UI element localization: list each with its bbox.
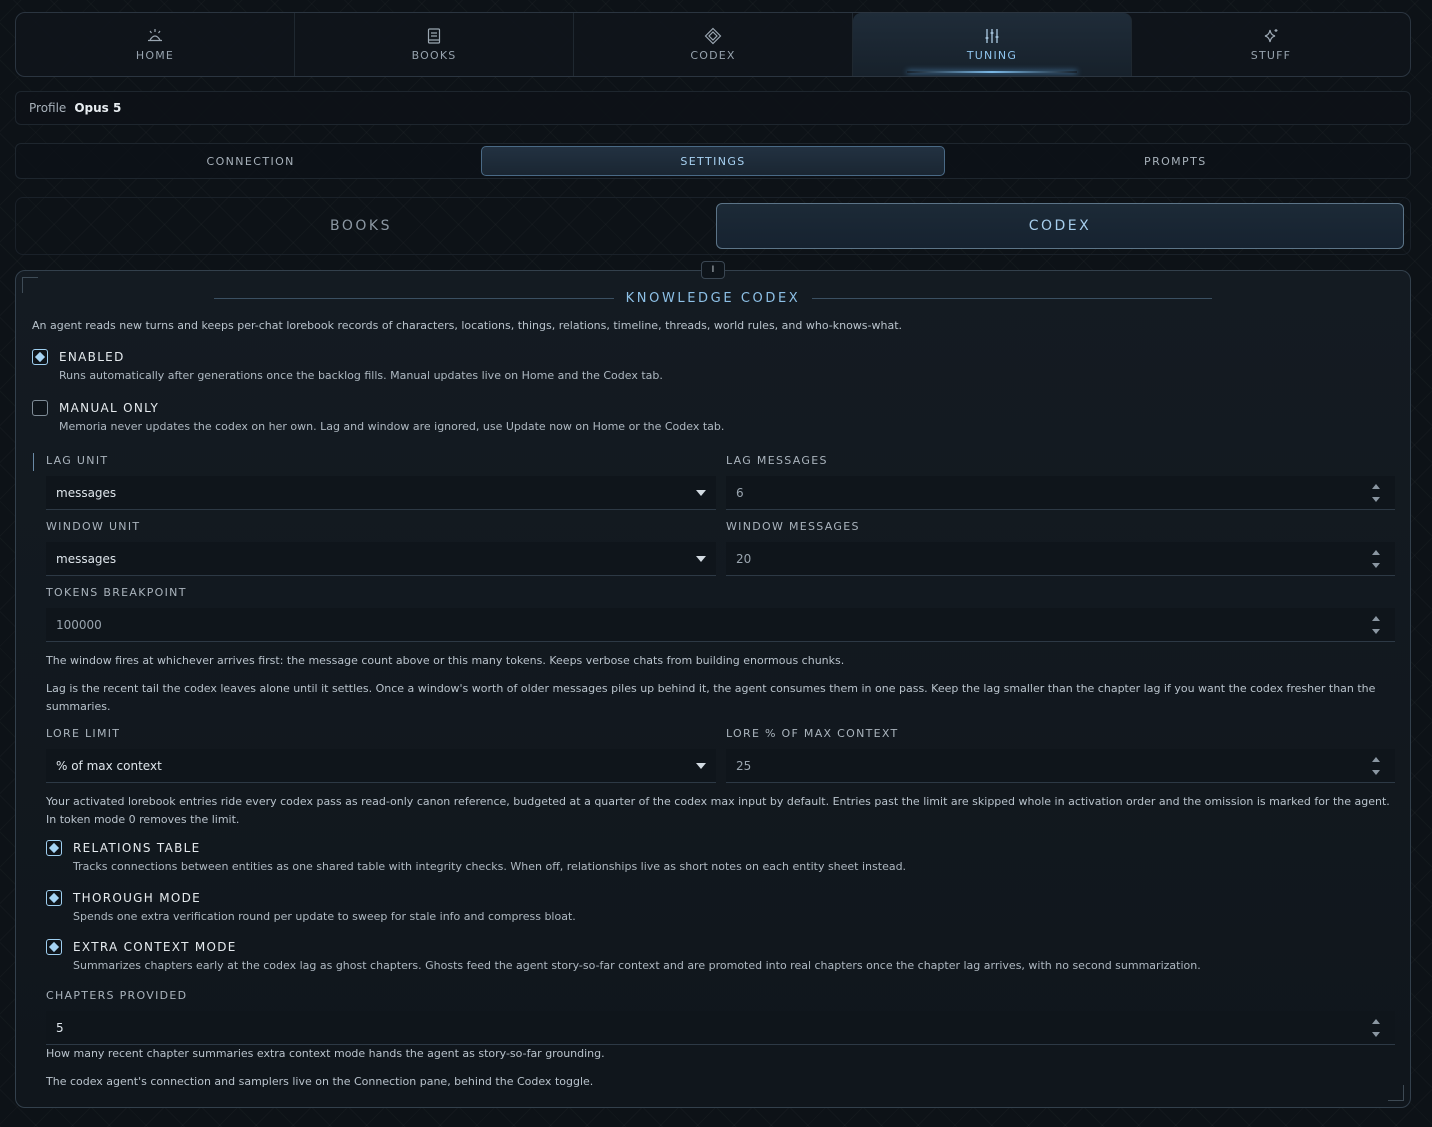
window-unit-value: messages — [56, 551, 117, 566]
checkbox-checked-icon — [46, 939, 62, 955]
tokens-breakpoint-value: 100000 — [56, 617, 102, 632]
lag-unit-select[interactable]: messages — [46, 476, 716, 510]
settings-subtabs: CONNECTION SETTINGS PROMPTS — [15, 143, 1411, 179]
tokens-breakpoint-label: TOKENS BREAKPOINT — [46, 586, 187, 599]
section-marker — [33, 453, 34, 471]
chapters-note: How many recent chapter summaries extra … — [46, 1047, 605, 1060]
home-sun-icon — [148, 29, 162, 42]
extra-context-label: EXTRA CONTEXT MODE — [73, 940, 237, 954]
lag-messages-value: 6 — [736, 485, 744, 500]
sliders-icon — [985, 29, 999, 43]
codex-intro: An agent reads new turns and keeps per-c… — [32, 319, 903, 332]
connection-note: The codex agent's connection and sampler… — [46, 1075, 594, 1088]
lag-messages-input[interactable]: 6 — [726, 476, 1395, 510]
window-unit-label: WINDOW UNIT — [46, 520, 141, 533]
checkbox-checked-icon — [46, 840, 62, 856]
nav-tab-label: STUFF — [1250, 49, 1292, 62]
lore-pct-value: 25 — [736, 758, 752, 773]
panel-legend: KNOWLEDGE CODEX — [16, 291, 1410, 306]
thorough-mode-checkbox[interactable]: THOROUGH MODE Spends one extra verificat… — [46, 890, 576, 923]
diamond-icon — [704, 27, 722, 45]
enabled-label: ENABLED — [59, 350, 125, 364]
nav-tab-label: HOME — [135, 49, 175, 62]
profile-name: Opus 5 — [74, 101, 122, 115]
thorough-desc: Spends one extra verification round per … — [73, 910, 576, 923]
checkbox-unchecked-icon — [32, 400, 48, 416]
corner-ornament — [1388, 1085, 1404, 1101]
nav-tab-label: CODEX — [690, 49, 736, 62]
sparkle-icon — [1264, 29, 1278, 43]
lag-unit-label: LAG UNIT — [46, 454, 109, 467]
chapters-provided-label: CHAPTERS PROVIDED — [46, 989, 188, 1002]
nav-tab-codex[interactable]: CODEX — [574, 13, 853, 76]
collapse-handle[interactable]: I — [701, 261, 725, 279]
stepper-icon[interactable] — [1371, 756, 1381, 775]
enabled-checkbox[interactable]: ENABLED Runs automatically after generat… — [32, 349, 663, 382]
checkbox-checked-icon — [46, 890, 62, 906]
active-tab-indicator — [907, 71, 1077, 73]
stepper-icon[interactable] — [1371, 615, 1381, 634]
lore-pct-label: LORE % OF MAX CONTEXT — [726, 727, 899, 740]
chapters-provided-input[interactable]: 5 — [46, 1011, 1395, 1045]
nav-tab-label: BOOKS — [411, 49, 457, 62]
chapters-provided-value: 5 — [56, 1020, 64, 1035]
window-messages-input[interactable]: 20 — [726, 542, 1395, 576]
profile-bar[interactable]: Profile Opus 5 — [15, 91, 1411, 125]
lore-limit-label: LORE LIMIT — [46, 727, 121, 740]
relations-table-checkbox[interactable]: RELATIONS TABLE Tracks connections betwe… — [46, 840, 907, 873]
subtab-prompts[interactable]: PROMPTS — [945, 146, 1406, 176]
extra-context-checkbox[interactable]: EXTRA CONTEXT MODE Summarizes chapters e… — [46, 939, 1201, 972]
subtab-connection[interactable]: CONNECTION — [20, 146, 481, 176]
window-note: The window fires at whichever arrives fi… — [46, 654, 845, 667]
stepper-icon[interactable] — [1371, 1018, 1381, 1037]
thorough-label: THOROUGH MODE — [73, 891, 202, 905]
lag-unit-value: messages — [56, 485, 117, 500]
nav-tab-books[interactable]: BOOKS — [295, 13, 574, 76]
nav-tab-label: TUNING — [966, 49, 1018, 62]
stepper-icon[interactable] — [1371, 549, 1381, 568]
legend-rule — [812, 298, 1213, 299]
stepper-icon[interactable] — [1371, 483, 1381, 502]
window-messages-label: WINDOW MESSAGES — [726, 520, 860, 533]
knowledge-codex-panel: KNOWLEDGE CODEX An agent reads new turns… — [15, 270, 1411, 1108]
book-icon — [427, 28, 441, 44]
manual-only-checkbox[interactable]: MANUAL ONLY Memoria never updates the co… — [32, 400, 725, 433]
profile-label: Profile — [29, 101, 67, 115]
books-codex-toggle: BOOKS CODEX — [15, 197, 1411, 255]
relations-desc: Tracks connections between entities as o… — [73, 860, 907, 873]
extra-context-desc: Summarizes chapters early at the codex l… — [73, 959, 1201, 972]
segment-books[interactable]: BOOKS — [18, 203, 704, 249]
nav-tab-tuning[interactable]: TUNING — [853, 13, 1132, 76]
nav-tab-stuff[interactable]: STUFF — [1132, 13, 1410, 76]
panel-title: KNOWLEDGE CODEX — [625, 291, 801, 306]
window-unit-select[interactable]: messages — [46, 542, 716, 576]
manual-only-label: MANUAL ONLY — [59, 401, 160, 415]
relations-label: RELATIONS TABLE — [73, 841, 201, 855]
lore-note: Your activated lorebook entries ride eve… — [46, 795, 1390, 826]
lag-note: Lag is the recent tail the codex leaves … — [46, 682, 1376, 713]
window-messages-value: 20 — [736, 551, 752, 566]
lore-limit-value: % of max context — [56, 758, 162, 773]
checkbox-checked-icon — [32, 349, 48, 365]
chevron-down-icon — [696, 555, 706, 562]
main-nav: HOME BOOKS CODEX TUNING STUFF — [15, 12, 1411, 77]
tokens-breakpoint-input[interactable]: 100000 — [46, 608, 1395, 642]
chevron-down-icon — [696, 489, 706, 496]
legend-rule — [213, 298, 614, 299]
enabled-desc: Runs automatically after generations onc… — [59, 369, 663, 382]
chevron-down-icon — [696, 762, 706, 769]
subtab-settings[interactable]: SETTINGS — [481, 146, 945, 176]
lag-messages-label: LAG MESSAGES — [726, 454, 828, 467]
manual-only-desc: Memoria never updates the codex on her o… — [59, 420, 725, 433]
nav-tab-home[interactable]: HOME — [16, 13, 295, 76]
segment-codex[interactable]: CODEX — [716, 203, 1404, 249]
lore-limit-select[interactable]: % of max context — [46, 749, 716, 783]
lore-pct-input[interactable]: 25 — [726, 749, 1395, 783]
